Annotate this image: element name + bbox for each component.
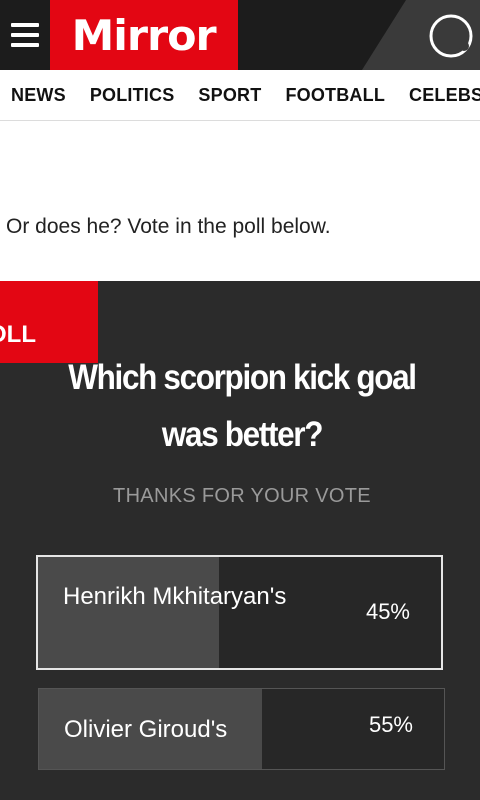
poll-option-percent: 55% xyxy=(368,712,413,737)
poll-result-bar xyxy=(38,557,220,668)
poll-option-giroud[interactable]: Olivier Giroud's 55% xyxy=(38,688,445,770)
nav-item-sport[interactable]: SPORT xyxy=(198,85,261,106)
nav-item-celebs[interactable]: CELEBS xyxy=(409,85,480,106)
article-body: Or does he? Vote in the poll below. xyxy=(0,121,480,281)
nav-item-football[interactable]: FOOTBALL xyxy=(285,85,385,106)
top-bar: Mirror xyxy=(0,0,480,70)
poll-option-percent: 45% xyxy=(365,599,410,624)
account-icon[interactable] xyxy=(428,13,474,59)
poll-option-mkhitaryan[interactable]: Henrikh Mkhitaryan's 45% xyxy=(36,555,443,670)
mirror-logo[interactable]: Mirror xyxy=(50,0,238,70)
section-nav: NEWS POLITICS SPORT FOOTBALL CELEBS xyxy=(0,70,480,121)
nav-item-news[interactable]: NEWS xyxy=(11,85,66,106)
poll-question: Which scorpion kick goal was better? xyxy=(68,358,417,454)
article-paragraph: Or does he? Vote in the poll below. xyxy=(6,215,331,238)
poll-tag-label: POLL xyxy=(0,321,36,348)
nav-item-politics[interactable]: POLITICS xyxy=(90,85,175,106)
poll-option-label: Henrikh Mkhitaryan's xyxy=(63,583,287,610)
poll-option-label: Olivier Giroud's xyxy=(64,716,228,743)
poll-status: THANKS FOR YOUR VOTE xyxy=(113,485,371,507)
poll-widget: POLL Which scorpion kick goal was better… xyxy=(0,281,480,800)
hamburger-menu-icon[interactable] xyxy=(0,0,50,70)
logo-text: Mirror xyxy=(71,10,217,60)
